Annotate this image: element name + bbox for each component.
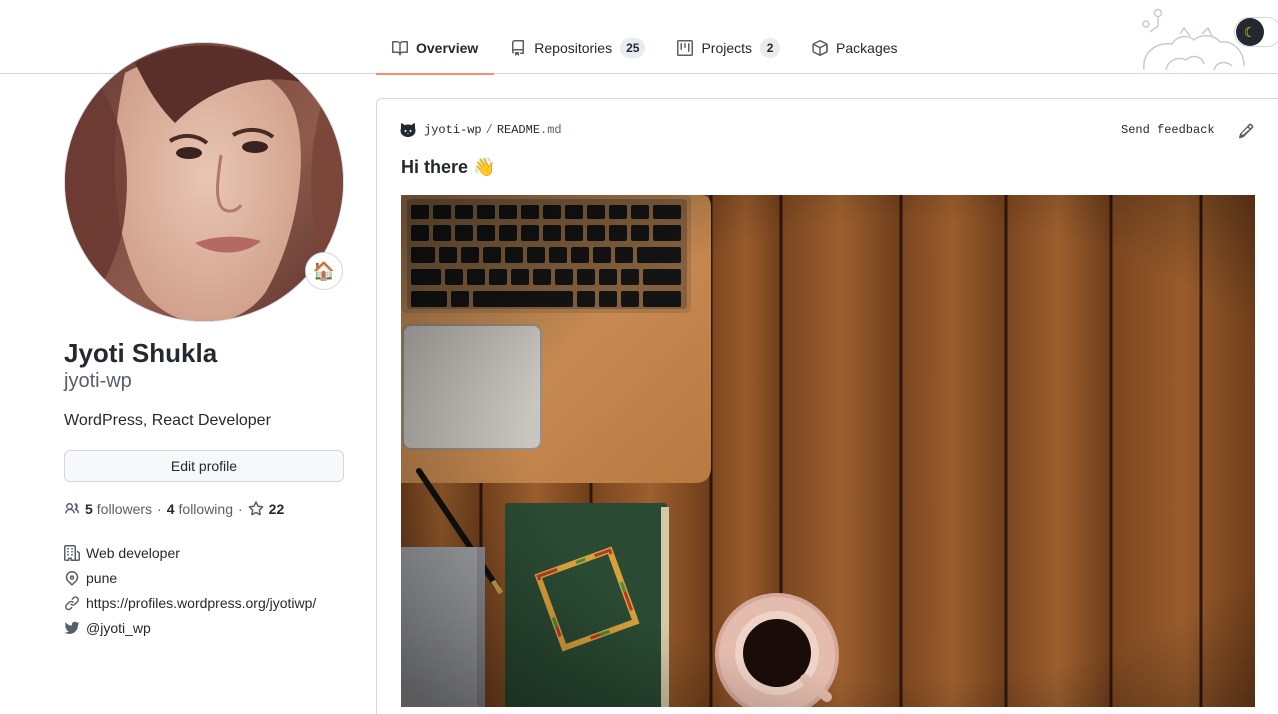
separator: ·	[157, 501, 162, 517]
company-item: Web developer	[64, 540, 316, 565]
profile-username: jyoti-wp	[64, 370, 132, 392]
location-icon	[65, 570, 79, 586]
following-count[interactable]: 4	[167, 501, 175, 517]
readme-file-name[interactable]: README	[497, 123, 540, 137]
avatar[interactable]	[64, 42, 344, 322]
package-icon	[812, 40, 828, 56]
twitter-icon	[64, 621, 80, 634]
path-separator: /	[485, 123, 493, 137]
twitter-handle-link[interactable]: @jyoti_wp	[86, 620, 151, 636]
tab-overview-label: Overview	[416, 40, 479, 56]
projects-count-badge: 2	[760, 38, 781, 58]
website-link[interactable]: https://profiles.wordpress.org/jyotiwp/	[86, 595, 316, 611]
profile-full-name: Jyoti Shukla	[64, 338, 218, 368]
send-feedback-link[interactable]: Send feedback	[1121, 123, 1215, 137]
profile-details-list: Web developer pune https://profiles.word…	[64, 540, 316, 640]
profile-tabs: Overview Repositories 25 Projects 2 Pack…	[376, 22, 914, 75]
tab-repositories[interactable]: Repositories 25	[494, 22, 661, 74]
tab-overview[interactable]: Overview	[376, 22, 495, 75]
readme-path: jyoti-wp / README .md	[400, 122, 562, 138]
link-icon	[65, 595, 80, 610]
star-icon	[248, 501, 264, 516]
project-icon	[677, 40, 694, 56]
tab-packages-label: Packages	[836, 40, 898, 56]
website-item: https://profiles.wordpress.org/jyotiwp/	[64, 590, 316, 615]
organization-icon	[64, 544, 80, 561]
edit-readme-button[interactable]	[1238, 123, 1254, 139]
status-emoji-button[interactable]: 🏠	[305, 252, 343, 290]
repositories-count-badge: 25	[620, 38, 646, 58]
company-text: Web developer	[86, 544, 180, 561]
avatar-photo	[65, 43, 343, 321]
people-icon	[65, 503, 79, 514]
followers-link[interactable]: followers	[97, 501, 152, 517]
desk-photo	[401, 195, 1255, 707]
smiley-cat-icon	[400, 123, 416, 137]
tab-projects-label: Projects	[701, 40, 753, 56]
readme-file-extension: .md	[540, 123, 562, 137]
following-link[interactable]: following	[179, 501, 233, 517]
tab-projects[interactable]: Projects 2	[661, 22, 796, 74]
readme-owner-link[interactable]: jyoti-wp	[424, 123, 482, 137]
book-icon	[392, 40, 408, 56]
profile-bio: WordPress, React Developer	[64, 412, 271, 429]
octocat-line-art-icon	[1142, 8, 1245, 70]
edit-profile-button[interactable]: Edit profile	[64, 450, 344, 482]
twitter-item: @jyoti_wp	[64, 615, 316, 640]
location-item: pune	[64, 565, 316, 590]
separator: ·	[238, 501, 243, 517]
followers-count[interactable]: 5	[85, 501, 93, 517]
moon-icon[interactable]: ☾	[1236, 18, 1264, 46]
house-icon: 🏠	[312, 260, 336, 281]
pencil-icon	[1239, 123, 1254, 139]
stars-count[interactable]: 22	[269, 501, 285, 517]
tab-packages[interactable]: Packages	[796, 22, 913, 74]
readme-banner-image	[401, 195, 1255, 707]
tab-repositories-label: Repositories	[534, 40, 613, 56]
follow-stats: 5 followers · 4 following · 22	[64, 499, 288, 519]
repo-icon	[512, 40, 525, 56]
location-text: pune	[86, 569, 118, 586]
readme-heading: Hi there 👋	[401, 157, 496, 177]
